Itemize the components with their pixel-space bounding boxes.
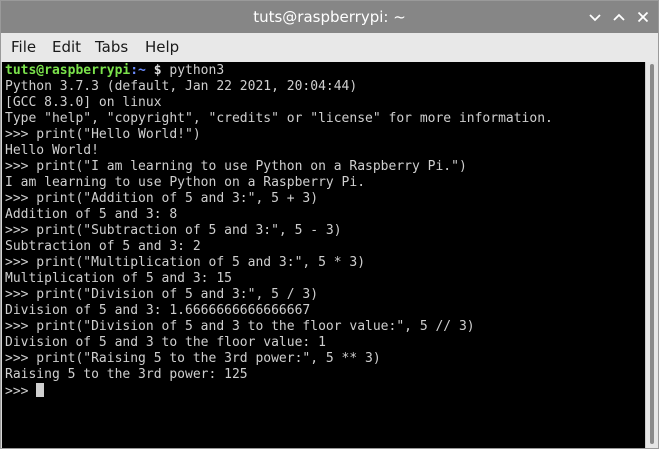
terminal-line: Multiplication of 5 and 3: 15 [5, 271, 232, 286]
terminal-line: >>> print("Subtraction of 5 and 3:", 5 -… [5, 223, 342, 238]
active-prompt-line[interactable]: >>> [5, 383, 553, 399]
window-menu-button[interactable] [587, 9, 603, 25]
terminal-line: >>> print("Division of 5 and 3:", 5 / 3) [5, 287, 319, 302]
scrollbar-thumb[interactable] [650, 64, 654, 444]
terminal-output[interactable]: tuts@raspberrypi:~ $ python3 Python 3.7.… [2, 62, 645, 448]
maximize-button[interactable] [611, 9, 627, 25]
window-title: tuts@raspberrypi: ~ [253, 8, 406, 26]
prompt-user: tuts@raspberrypi [5, 63, 131, 78]
terminal-line: Addition of 5 and 3: 8 [5, 207, 178, 222]
command-prompt-line: tuts@raspberrypi:~ $ python3 [5, 63, 553, 79]
terminal-lines: tuts@raspberrypi:~ $ python3 Python 3.7.… [5, 63, 553, 399]
menu-tabs[interactable]: Tabs [95, 33, 128, 62]
terminal-line: >>> print("Division of 5 and 3 to the fl… [5, 319, 475, 334]
close-icon [637, 11, 649, 23]
menu-bar: File Edit Tabs Help [1, 33, 658, 63]
terminal-line: Python 3.7.3 (default, Jan 22 2021, 20:0… [5, 79, 358, 94]
prompt-command: python3 [161, 63, 225, 78]
chevron-down-icon [589, 14, 601, 22]
terminal-line: Division of 5 and 3: 1.6666666666666667 [5, 303, 311, 318]
title-bar[interactable]: tuts@raspberrypi: ~ [1, 1, 658, 33]
terminal-line: >>> print("I am learning to use Python o… [5, 159, 467, 174]
chevron-up-icon [613, 13, 625, 21]
terminal-line: Subtraction of 5 and 3: 2 [5, 239, 201, 254]
terminal-line: >>> print("Addition of 5 and 3:", 5 + 3) [5, 191, 319, 206]
terminal-line: Hello World! [5, 143, 99, 158]
menu-help[interactable]: Help [145, 33, 179, 62]
terminal-scrollbar[interactable] [645, 62, 658, 448]
terminal-line: [GCC 8.3.0] on linux [5, 95, 162, 110]
terminal-line: Division of 5 and 3 to the floor value: … [5, 335, 326, 350]
terminal-line: Raising 5 to the 3rd power: 125 [5, 367, 248, 382]
terminal-line: Type "help", "copyright", "credits" or "… [5, 111, 553, 126]
python-prompt: >>> [5, 384, 37, 399]
close-button[interactable] [635, 9, 651, 25]
terminal-line: I am learning to use Python on a Raspber… [5, 175, 366, 190]
text-cursor [36, 383, 45, 397]
menu-file[interactable]: File [11, 33, 36, 62]
prompt-symbol: $ [145, 63, 162, 78]
terminal-window: tuts@raspberrypi: ~ File Edit Tabs Help … [0, 0, 659, 449]
menu-edit[interactable]: Edit [52, 33, 81, 62]
prompt-path: :~ [130, 63, 146, 78]
terminal-line: >>> print("Multiplication of 5 and 3:", … [5, 255, 366, 270]
terminal-line: >>> print("Raising 5 to the 3rd power:",… [5, 351, 381, 366]
terminal-line: >>> print("Hello World!") [5, 127, 201, 142]
